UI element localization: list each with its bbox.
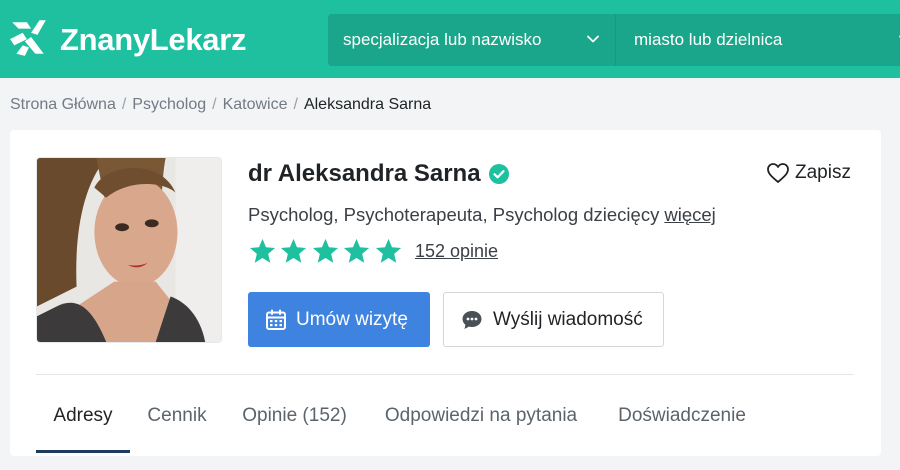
tab-label: Doświadczenie <box>618 404 746 426</box>
calendar-icon <box>266 309 286 330</box>
znanylekarz-logo-icon <box>8 16 50 63</box>
doctor-profile-card: dr Aleksandra Sarna Zapisz Psycholog, Ps… <box>10 130 881 456</box>
tab-label: Adresy <box>53 404 113 426</box>
breadcrumb-home[interactable]: Strona Główna <box>10 96 116 114</box>
breadcrumb-specialty[interactable]: Psycholog <box>132 96 206 114</box>
tab-prices[interactable]: Cennik <box>130 375 224 456</box>
logo-text: ZnanyLekarz <box>60 21 247 57</box>
tab-label: Cennik <box>147 404 207 426</box>
breadcrumb-current: Aleksandra Sarna <box>303 96 432 113</box>
specialty-search-placeholder: specjalizacja lub nazwisko <box>343 30 542 49</box>
chevron-down-icon <box>587 35 599 43</box>
send-message-button[interactable]: Wyślij wiadomość <box>443 292 664 347</box>
save-button[interactable]: Zapisz <box>766 162 851 184</box>
location-search-placeholder: miasto lub dzielnica <box>634 30 783 49</box>
profile-tabs: Adresy Cennik Opinie (152) Odpowiedzi na… <box>36 375 767 456</box>
book-visit-button[interactable]: Umów wizytę <box>248 292 430 347</box>
breadcrumb-separator: / <box>212 96 217 113</box>
breadcrumb: Strona Główna / Psycholog / Katowice / A… <box>10 96 431 114</box>
doctor-photo[interactable] <box>36 157 222 343</box>
rating-row: 152 opinie <box>248 237 498 265</box>
doctor-name-row: dr Aleksandra Sarna <box>248 160 509 188</box>
tab-label: Opinie (152) <box>242 404 347 426</box>
breadcrumb-separator: / <box>121 96 127 113</box>
heart-icon <box>767 163 789 183</box>
star-icon <box>312 238 338 263</box>
breadcrumb-city[interactable]: Katowice <box>223 96 288 114</box>
send-message-label: Wyślij wiadomość <box>493 308 643 330</box>
doctor-specialties: Psycholog, Psychoterapeuta, Psycholog dz… <box>248 204 716 226</box>
reviews-link[interactable]: 152 opinie <box>415 241 498 262</box>
save-label: Zapisz <box>795 162 851 183</box>
star-icon <box>249 238 276 263</box>
tab-label: Odpowiedzi na pytania <box>384 404 578 426</box>
star-icon <box>281 238 307 263</box>
specialties-text: Psycholog, Psychoterapeuta, Psycholog dz… <box>248 204 660 225</box>
verified-badge-icon <box>488 164 509 184</box>
tab-addresses[interactable]: Adresy <box>36 375 130 456</box>
tab-answers[interactable]: Odpowiedzi na pytania <box>365 375 597 456</box>
star-icon <box>344 238 370 263</box>
location-search-field[interactable]: miasto lub dzielnica <box>617 14 900 66</box>
top-navigation-bar: ZnanyLekarz specjalizacja lub nazwisko m… <box>0 0 900 78</box>
tab-experience[interactable]: Doświadczenie <box>597 375 767 456</box>
star-rating <box>248 237 405 265</box>
breadcrumb-separator: / <box>293 96 298 113</box>
book-visit-label: Umów wizytę <box>296 308 408 330</box>
search-bar: specjalizacja lub nazwisko miasto lub dz… <box>328 14 900 66</box>
chat-bubble-icon <box>462 310 482 329</box>
specialty-search-field[interactable]: specjalizacja lub nazwisko <box>328 14 616 66</box>
tab-reviews[interactable]: Opinie (152) <box>224 375 365 456</box>
site-logo[interactable]: ZnanyLekarz <box>8 16 247 63</box>
doctor-name: dr Aleksandra Sarna <box>248 160 481 187</box>
more-specialties-link[interactable]: więcej <box>664 204 715 225</box>
star-icon <box>375 238 401 263</box>
